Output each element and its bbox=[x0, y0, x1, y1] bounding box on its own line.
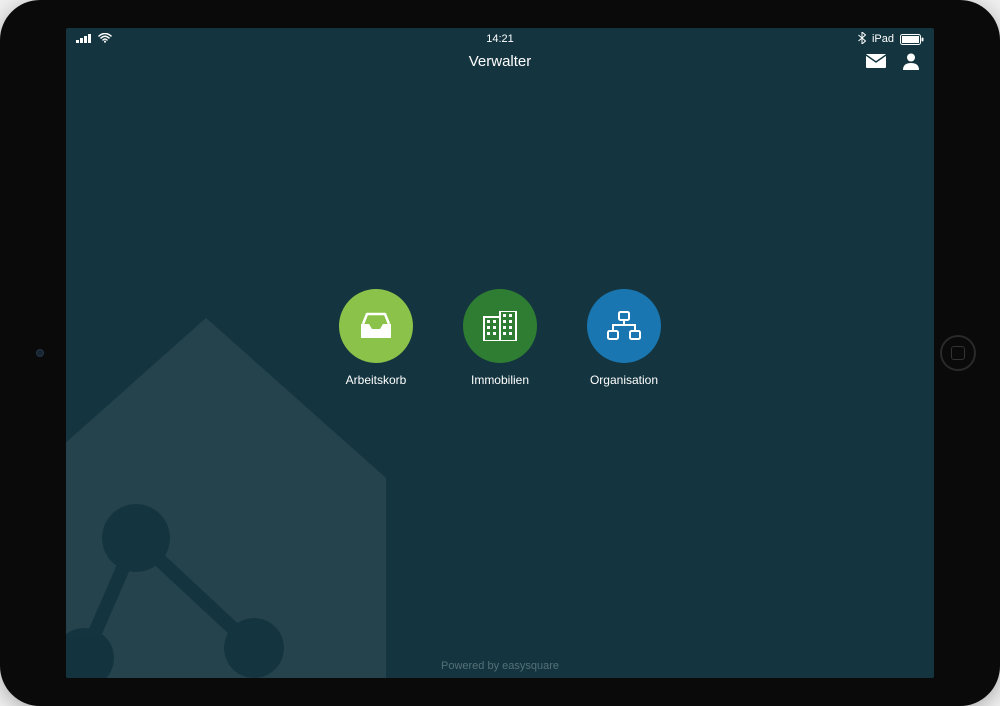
tablet-device-frame: 14:21 iPad Verwalter bbox=[0, 0, 1000, 706]
tile-circle bbox=[339, 289, 413, 363]
inbox-icon bbox=[359, 312, 393, 340]
tile-label: Immobilien bbox=[471, 373, 529, 387]
screen: 14:21 iPad Verwalter bbox=[66, 28, 934, 678]
footer-text: Powered by easysquare bbox=[66, 660, 934, 672]
org-chart-icon bbox=[606, 311, 642, 341]
tile-organisation[interactable]: Organisation bbox=[587, 289, 661, 387]
tile-label: Organisation bbox=[590, 373, 658, 387]
tile-label: Arbeitskorb bbox=[346, 373, 407, 387]
device-home-button[interactable] bbox=[940, 335, 976, 371]
tile-grid: Arbeitskorb bbox=[339, 289, 661, 387]
home-content: Arbeitskorb bbox=[66, 28, 934, 678]
device-camera bbox=[36, 349, 44, 357]
buildings-icon bbox=[482, 311, 518, 341]
tile-arbeitskorb[interactable]: Arbeitskorb bbox=[339, 289, 413, 387]
tile-immobilien[interactable]: Immobilien bbox=[463, 289, 537, 387]
tile-circle bbox=[463, 289, 537, 363]
tile-circle bbox=[587, 289, 661, 363]
